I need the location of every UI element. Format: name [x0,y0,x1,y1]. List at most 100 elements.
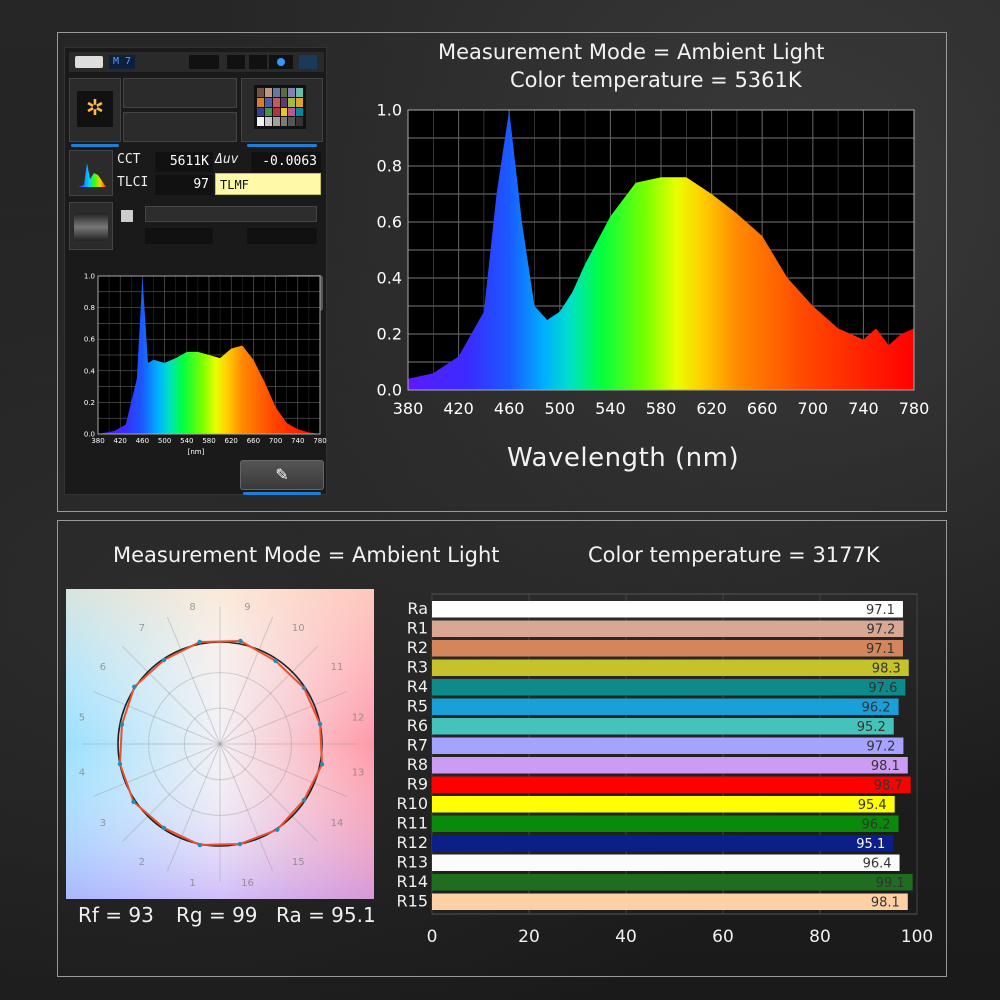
usb-icon [75,56,103,68]
x-tick-label: 60 [712,927,734,947]
bar [432,601,903,618]
meter-field [247,228,317,244]
meter-status-bar: M 7 [69,52,324,72]
spectrum-tile[interactable] [69,150,113,196]
bar-value-label: 99.1 [876,876,905,891]
wavelength-axis-label: Wavelength (nm) [507,443,740,473]
x-tick-label: 420 [443,399,474,418]
tile-indicator [71,144,119,147]
test-point [161,657,167,663]
spectrum-mini-icon [78,163,106,187]
bar-value-label: 98.1 [871,896,900,911]
bar [432,679,906,696]
x-tick-label: 460 [494,399,525,418]
status-slot [189,55,219,69]
hue-bin-label: 6 [100,662,106,673]
mode-tile[interactable]: ✲ [69,78,121,142]
color-checker-icon [254,85,306,129]
bar-value-label: 96.4 [863,857,892,872]
test-point [197,842,203,848]
filter-tile[interactable] [69,202,113,250]
x-tick-label: 460 [136,437,149,445]
category-label: R14 [397,872,428,891]
y-tick-label: 0.8 [377,157,402,176]
checkbox[interactable] [121,210,133,222]
x-tick-label: 80 [809,927,831,947]
test-point [161,825,167,831]
category-label: R12 [397,833,428,852]
test-point [132,684,137,689]
y-tick-label: 0.2 [377,325,402,344]
color-checker-tile[interactable] [241,78,323,142]
y-tick-label: 0.6 [377,213,402,232]
status-slot [249,55,267,69]
rg-value: Rg = 99 [176,903,258,927]
status-dot-icon [277,58,285,66]
x-tick-label: 780 [313,437,326,445]
bar-value-label: 97.6 [868,681,897,696]
test-point [119,722,125,727]
top-mode-title: Measurement Mode = Ambient Light [438,40,825,64]
y-tick-label: 0.6 [84,336,96,344]
x-tick-label: 500 [545,399,576,418]
settings-button[interactable]: ✎ [240,460,324,490]
bar-value-label: 98.7 [874,779,903,794]
x-tick-label: 20 [518,927,540,947]
category-label: R15 [397,892,428,911]
test-point [301,797,307,803]
test-point [238,638,243,644]
bottom-mode-title: Measurement Mode = Ambient Light [113,543,500,567]
bar [432,854,900,871]
x-tick-label: 660 [747,399,778,418]
x-tick-label: 580 [202,437,215,445]
bar [432,874,913,891]
cri-bar-chart: Ra 97.1 R1 97.2 R2 97.1 R3 98.3 R4 97.6 R5 96.2 R6 95… [397,593,933,947]
y-tick-label: 0.0 [377,381,402,400]
bar [432,737,904,754]
x-tick-label: 540 [595,399,626,418]
y-tick-label: 0.8 [84,304,95,312]
info-tile [123,112,237,142]
hue-bin-label: 13 [352,767,365,778]
bar-value-label: 97.1 [866,642,895,657]
x-tick-label: 40 [615,927,637,947]
test-point [197,639,202,645]
x-tick-label: 740 [291,437,304,445]
hue-bin-label: 2 [139,857,145,868]
meter-field [145,228,213,244]
x-tick-label: 580 [646,399,677,418]
bar [432,757,908,774]
y-tick-label: 1.0 [377,101,402,120]
category-label: R7 [407,736,428,755]
duv-value: -0.0063 [251,152,321,172]
x-tick-label: 380 [393,399,424,418]
button-indicator [243,492,321,495]
wrench-icon: ✎ [275,465,289,484]
duv-label: Δuv [215,152,239,167]
category-label: R9 [407,775,428,794]
bar [432,620,904,637]
tlci-value: 97 [155,175,213,195]
x-tick-label: 620 [696,399,727,418]
test-point [237,841,243,847]
hue-bin-label: 10 [292,623,305,634]
sun-icon: ✲ [77,91,113,127]
tlci-label: TLCI [117,175,149,190]
category-label: R10 [397,794,428,813]
memory-mode-label: M 7 [109,55,135,69]
x-tick-label: 500 [158,437,171,445]
category-label: R11 [397,814,428,833]
bar [432,698,899,715]
test-point [319,762,325,767]
cct-value: 5611K [155,152,213,172]
y-tick-label: 0.0 [84,430,95,438]
rf-value: Rf = 93 [78,903,154,927]
bar [432,718,894,735]
bar-value-label: 98.3 [872,662,901,677]
ra-value: Ra = 95.1 [276,903,376,927]
tlmf-field[interactable]: TLMF [215,173,321,195]
hue-bin-label: 4 [79,767,85,778]
bar-value-label: 96.2 [862,818,891,833]
category-label: R13 [397,853,428,872]
test-point [317,721,323,727]
